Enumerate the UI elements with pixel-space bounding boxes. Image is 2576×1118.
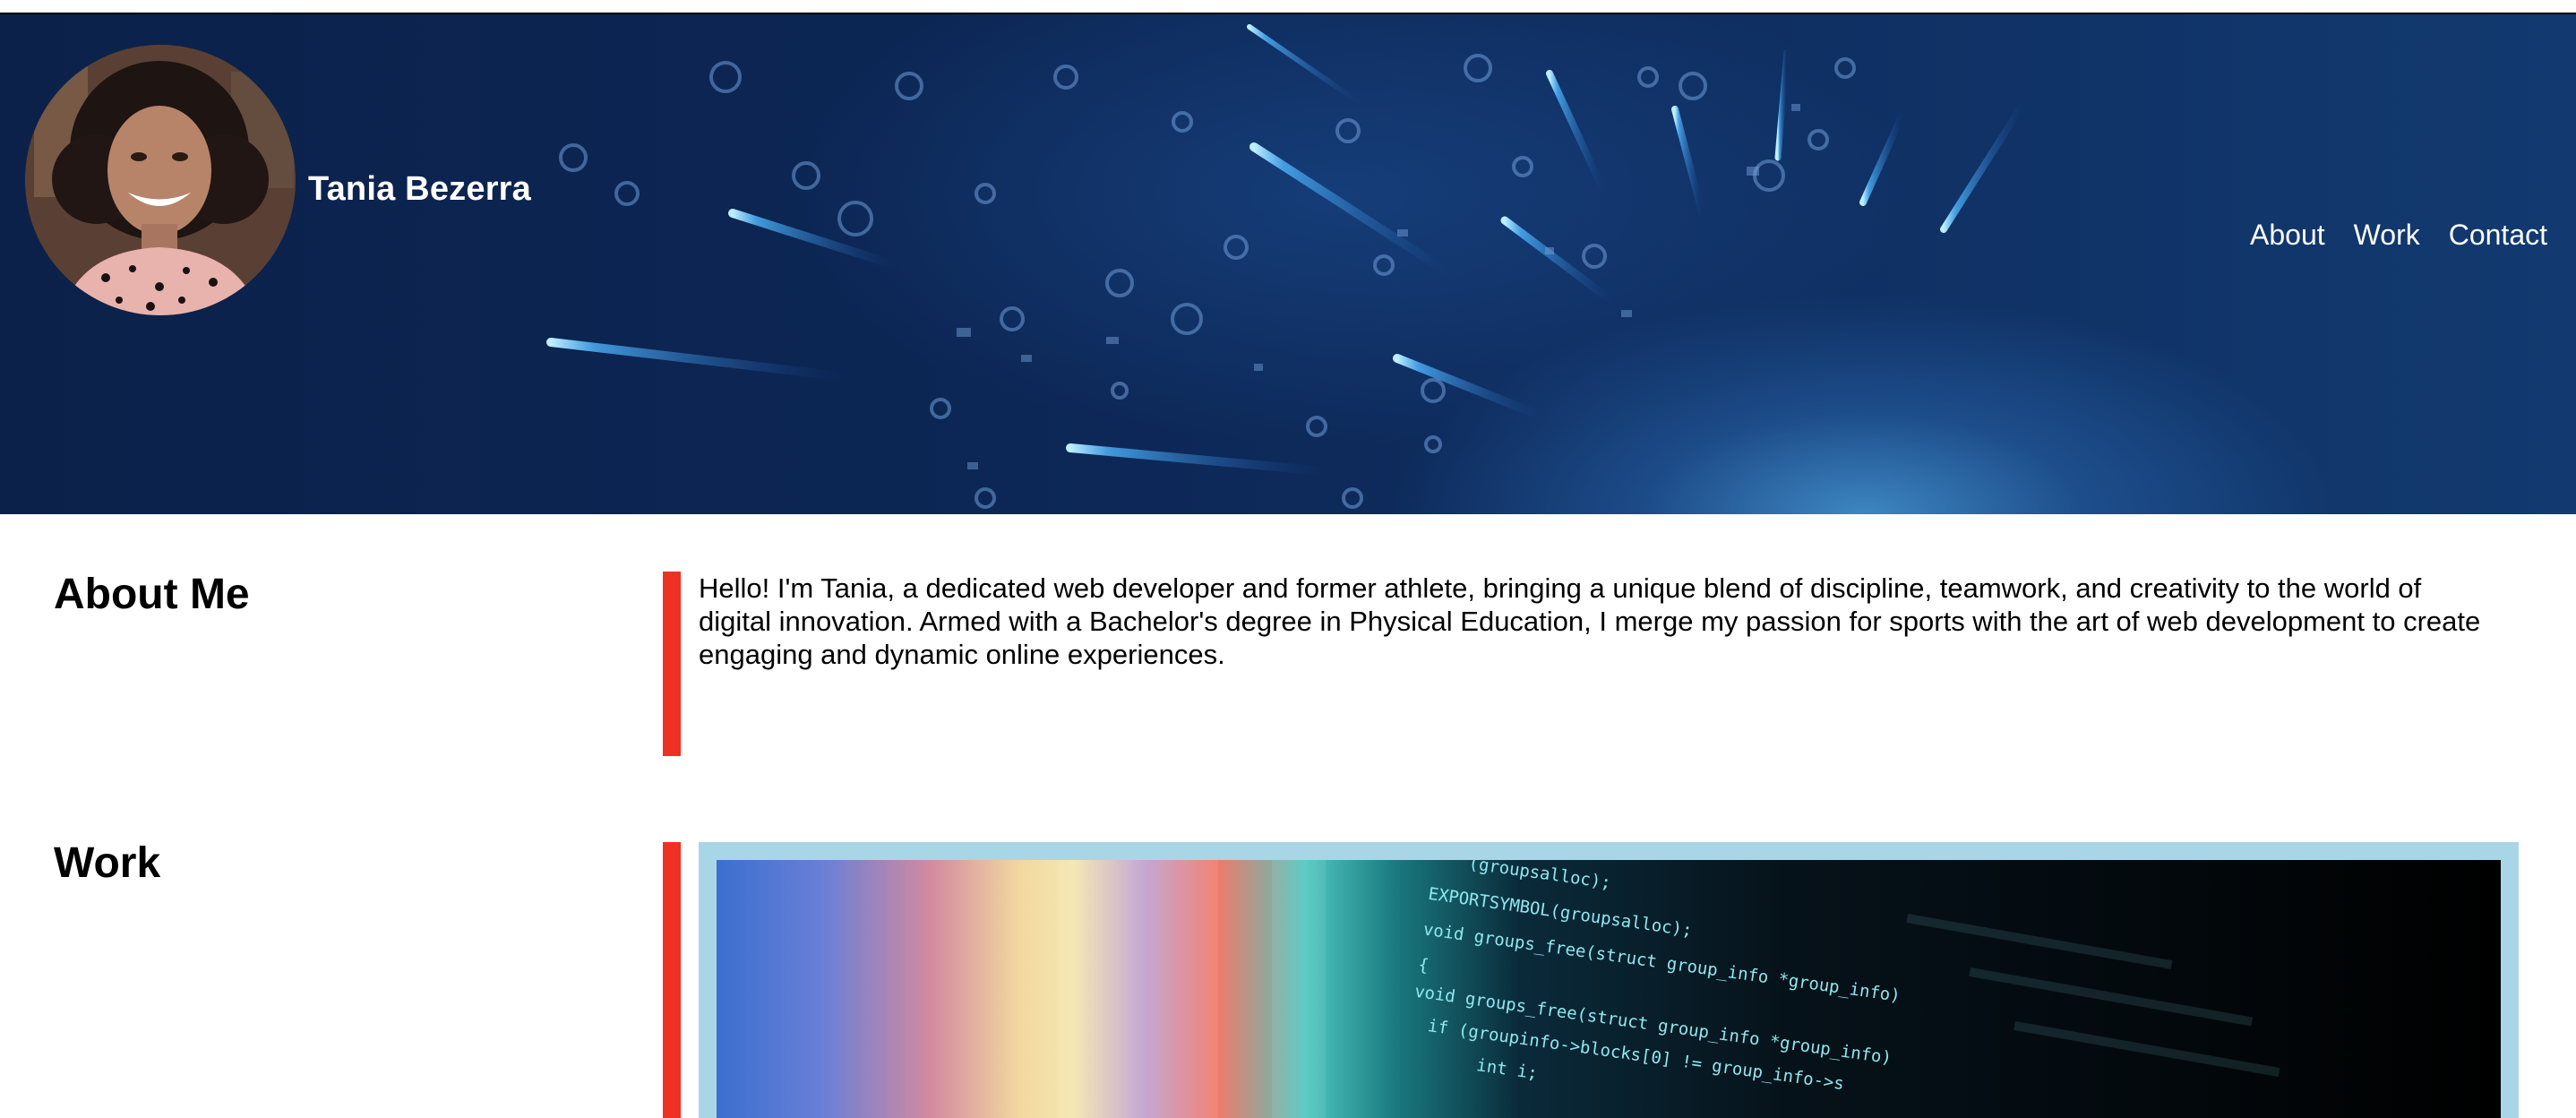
top-border — [0, 0, 2576, 14]
about-text: Hello! I'm Tania, a dedicated web develo… — [699, 572, 2481, 670]
work-section: Work (groupsalloc); EXPORTSYMBOL(groupsa… — [0, 837, 2576, 1118]
nav-link-work[interactable]: Work — [2354, 219, 2420, 252]
work-project-image[interactable]: (groupsalloc); EXPORTSYMBOL(groupsalloc)… — [717, 860, 2501, 1118]
work-image-frame[interactable]: (groupsalloc); EXPORTSYMBOL(groupsalloc)… — [699, 842, 2519, 1118]
site-name: Tania Bezerra — [308, 170, 532, 208]
code-line: int i; — [1475, 1055, 1539, 1083]
work-heading: Work — [54, 839, 161, 887]
nav-link-contact[interactable]: Contact — [2449, 219, 2547, 252]
about-section: About Me Hello! I'm Tania, a dedicated w… — [0, 514, 2576, 837]
code-screen-graphic: (groupsalloc); EXPORTSYMBOL(groupsalloc)… — [1057, 860, 2280, 1118]
hero-banner: Tania Bezerra About Work Contact — [0, 14, 2576, 514]
profile-avatar — [25, 45, 296, 315]
code-line: (groupsalloc); — [1467, 860, 1612, 893]
main-nav: About Work Contact — [2250, 219, 2547, 252]
about-heading: About Me — [54, 571, 250, 618]
hero-background-graphic — [546, 24, 2028, 509]
about-accent-bar — [663, 572, 681, 756]
work-accent-bar — [663, 842, 681, 1118]
profile-photo-graphic — [25, 45, 296, 315]
nav-link-about[interactable]: About — [2250, 219, 2325, 252]
code-line: { — [1417, 955, 1430, 976]
